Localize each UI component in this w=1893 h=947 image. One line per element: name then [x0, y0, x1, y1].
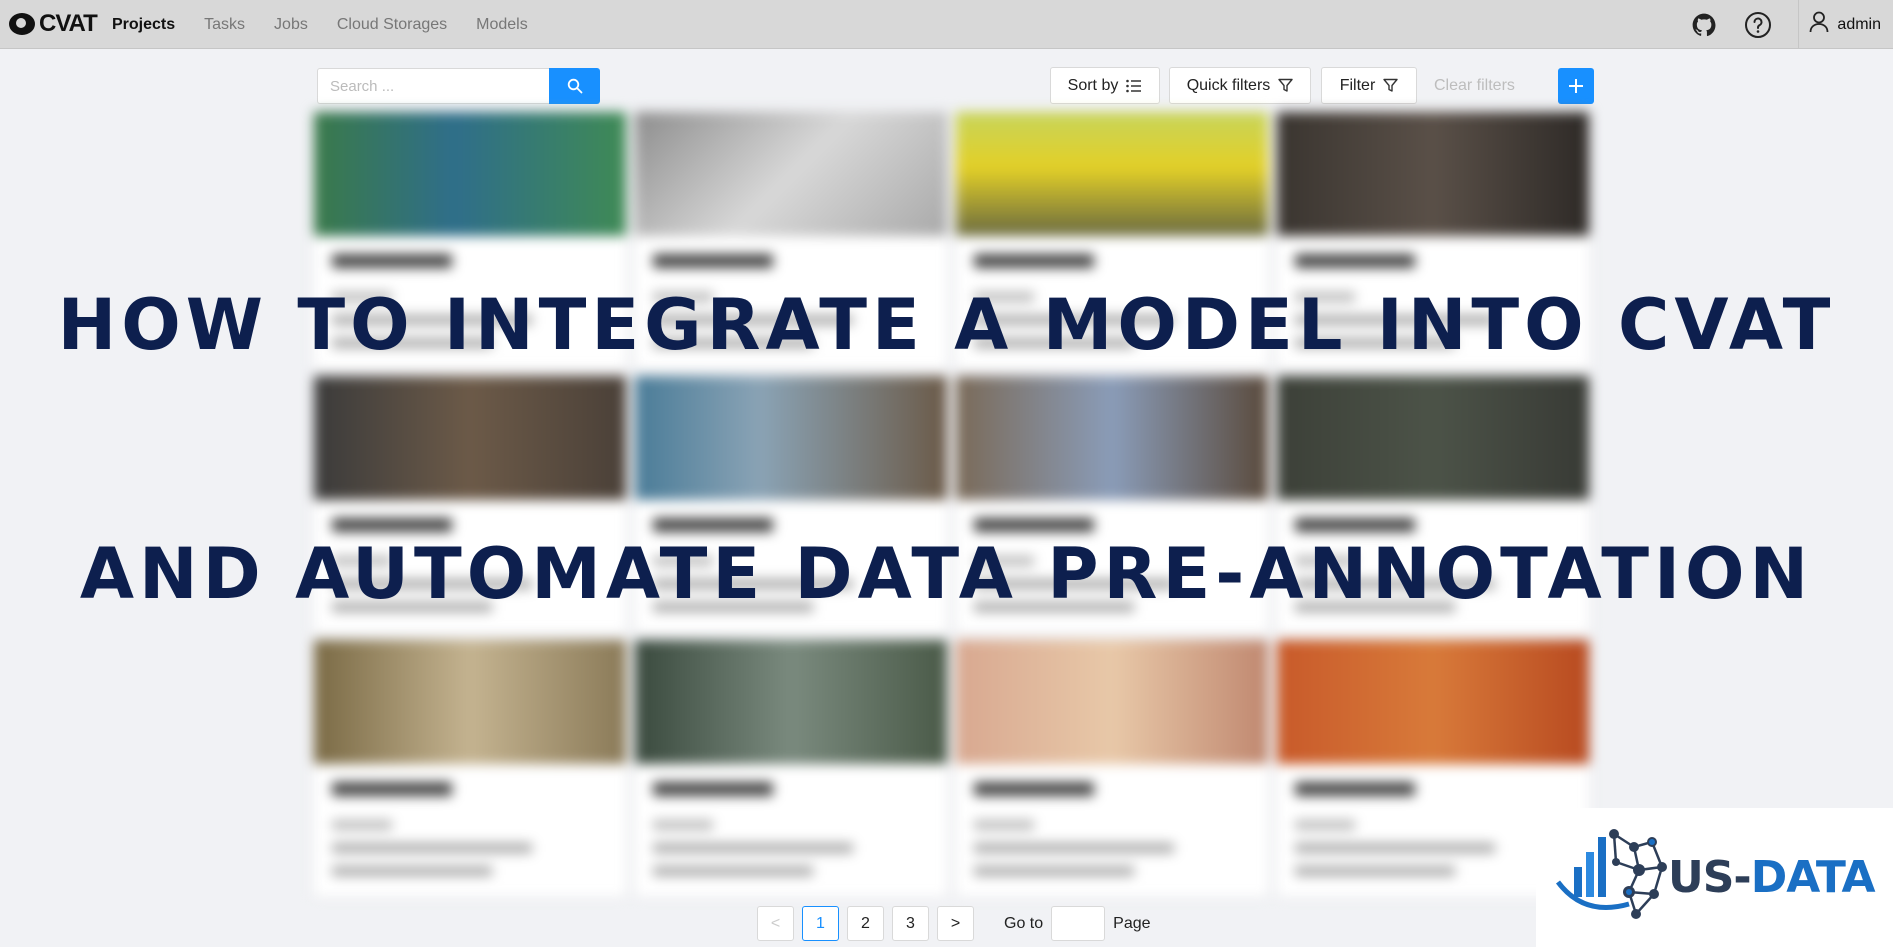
- cvat-logo-text: CVAT: [39, 10, 98, 37]
- nav-tasks[interactable]: Tasks: [204, 16, 245, 34]
- page-3-button[interactable]: 3: [892, 906, 929, 941]
- us-data-logo: US-DATA: [1536, 808, 1893, 947]
- user-icon: [1809, 11, 1829, 38]
- question-circle-icon[interactable]: [1744, 11, 1772, 39]
- goto-label: Go to: [1004, 914, 1044, 932]
- top-right-actions: admin: [1690, 0, 1893, 49]
- search-input[interactable]: [317, 68, 549, 104]
- search-icon: [567, 78, 582, 94]
- page-2-button[interactable]: 2: [847, 906, 884, 941]
- clear-filters-button[interactable]: Clear filters: [1434, 77, 1515, 95]
- search-bar: [317, 68, 600, 104]
- project-card[interactable]: [955, 639, 1269, 897]
- quick-filters-label: Quick filters: [1186, 76, 1271, 94]
- nav-models[interactable]: Models: [476, 16, 528, 34]
- top-navbar: CVAT Projects Tasks Jobs Cloud Storages …: [0, 0, 1893, 49]
- sort-by-label: Sort by: [1067, 76, 1119, 94]
- filter-button[interactable]: Filter: [1321, 67, 1417, 104]
- headline-line-1: HOW TO INTEGRATE A MODEL INTO CVAT: [57, 284, 1836, 366]
- prev-page-button[interactable]: <: [757, 906, 794, 941]
- network-chart-logo-icon: [1555, 829, 1667, 919]
- page-label: Page: [1113, 914, 1151, 932]
- cvat-logo[interactable]: CVAT: [9, 10, 98, 38]
- sort-list-icon: [1126, 79, 1142, 92]
- cvat-eye-icon: [9, 13, 35, 35]
- search-button[interactable]: [549, 68, 600, 104]
- funnel-icon: [1383, 78, 1398, 92]
- projects-grid: [313, 111, 1591, 898]
- nav-jobs[interactable]: Jobs: [274, 16, 308, 34]
- next-page-button[interactable]: >: [937, 906, 974, 941]
- us-data-wordmark: US-DATA: [1668, 852, 1875, 903]
- plus-icon: [1569, 79, 1583, 93]
- goto-page-input[interactable]: [1051, 906, 1106, 941]
- project-card[interactable]: [313, 639, 627, 897]
- brand-us: US-: [1668, 852, 1752, 903]
- main-nav: Projects Tasks Jobs Cloud Storages Model…: [112, 0, 528, 49]
- sort-by-button[interactable]: Sort by: [1050, 67, 1160, 104]
- funnel-icon: [1278, 78, 1293, 92]
- project-card[interactable]: [634, 639, 948, 897]
- brand-data: DATA: [1750, 852, 1876, 903]
- page-1-button[interactable]: 1: [802, 906, 839, 941]
- github-icon[interactable]: [1690, 11, 1718, 39]
- filter-label: Filter: [1339, 76, 1376, 94]
- user-menu[interactable]: admin: [1798, 0, 1893, 49]
- pagination: < 1 2 3 > Go to Page: [757, 906, 1151, 941]
- nav-cloud-storages[interactable]: Cloud Storages: [337, 16, 447, 34]
- quick-filters-button[interactable]: Quick filters: [1169, 67, 1311, 104]
- nav-projects[interactable]: Projects: [112, 16, 175, 34]
- create-project-button[interactable]: [1558, 68, 1594, 104]
- headline-line-2: AND AUTOMATE DATA PRE-ANNOTATION: [79, 533, 1814, 615]
- user-name: admin: [1837, 15, 1881, 33]
